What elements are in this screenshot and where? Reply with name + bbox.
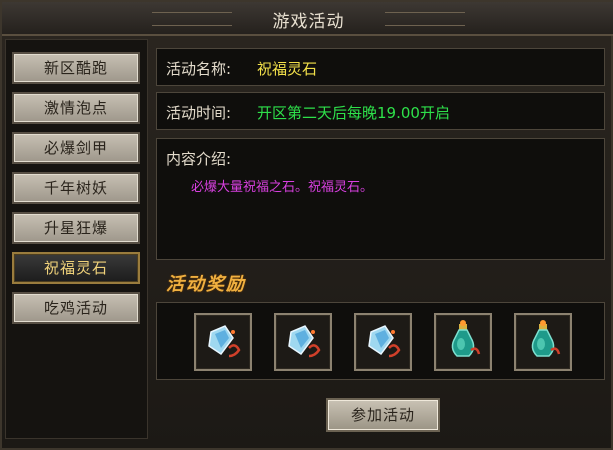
activity-name-value: 祝福灵石 xyxy=(257,60,318,78)
blessing-stone-icon xyxy=(208,325,241,358)
activity-sidebar: 新区酷跑 激情泡点 必爆剑甲 千年树妖 升星狂爆 祝福灵石 吃鸡活动 xyxy=(5,39,148,439)
activity-intro-label: 内容介绍: xyxy=(166,150,232,168)
sidebar-item-bibao-jianjia[interactable]: 必爆剑甲 xyxy=(12,132,140,164)
sidebar-item-qiannian-shuyao[interactable]: 千年树妖 xyxy=(12,172,140,204)
activity-time-label: 活动时间: xyxy=(166,104,232,122)
sidebar-item-chiji-huodong[interactable]: 吃鸡活动 xyxy=(12,292,140,324)
reward-slot[interactable] xyxy=(434,313,492,371)
activity-name-panel: 活动名称: 祝福灵石 xyxy=(156,48,605,86)
title-ornament-right xyxy=(385,12,465,26)
join-activity-button[interactable]: 参加活动 xyxy=(326,398,440,432)
activity-window: 游戏活动 新区酷跑 激情泡点 必爆剑甲 千年树妖 升星狂爆 祝福灵石 吃鸡活动 … xyxy=(0,0,613,450)
blessing-stone-icon xyxy=(288,325,321,358)
title-bar: 游戏活动 xyxy=(2,2,613,36)
sidebar-item-zhufu-lingshi[interactable]: 祝福灵石 xyxy=(12,252,140,284)
potion-bottle-icon xyxy=(451,320,481,357)
activity-time-panel: 活动时间: 开区第二天后每晚19.00开启 xyxy=(156,92,605,130)
activity-intro-panel: 内容介绍: 必爆大量祝福之石。祝福灵石。 xyxy=(156,138,605,260)
reward-slot[interactable] xyxy=(514,313,572,371)
reward-slot[interactable] xyxy=(354,313,412,371)
activity-time-value: 开区第二天后每晚19.00开启 xyxy=(257,104,450,122)
blessing-stone-icon xyxy=(368,325,401,358)
activity-name-label: 活动名称: xyxy=(166,60,232,78)
potion-bottle-icon xyxy=(531,320,561,357)
reward-section-title: 活动奖励 xyxy=(166,274,246,295)
sidebar-item-jiqing-paodian[interactable]: 激情泡点 xyxy=(12,92,140,124)
sidebar-item-xinqu-kupao[interactable]: 新区酷跑 xyxy=(12,52,140,84)
activity-intro-text: 必爆大量祝福之石。祝福灵石。 xyxy=(191,180,374,195)
sidebar-item-shengxing-kuangbao[interactable]: 升星狂爆 xyxy=(12,212,140,244)
reward-slot[interactable] xyxy=(194,313,252,371)
window-title: 游戏活动 xyxy=(272,12,345,32)
reward-slot[interactable] xyxy=(274,313,332,371)
